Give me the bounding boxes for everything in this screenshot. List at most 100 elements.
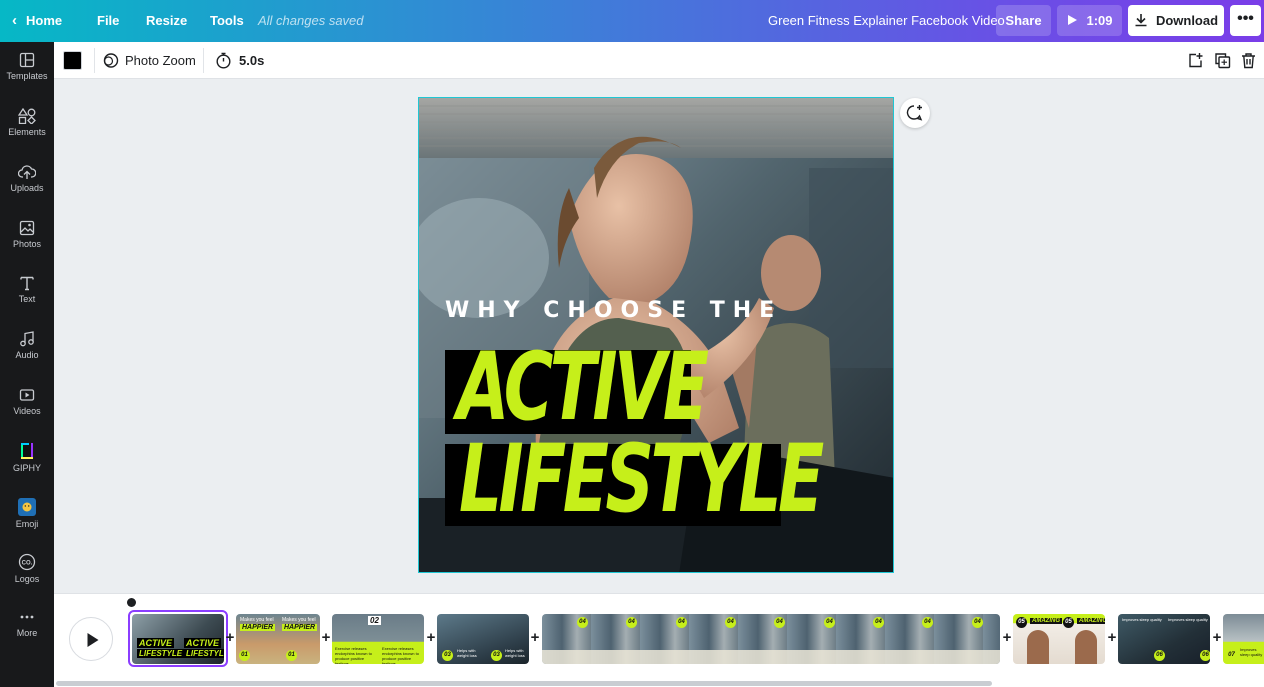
scene-number: 04	[725, 617, 736, 628]
emoji-icon	[18, 498, 36, 516]
scene-number: 04	[922, 617, 933, 628]
editor-toolbar: Photo Zoom 5.0s	[54, 42, 1264, 79]
sidebar-item-elements[interactable]: Elements	[0, 108, 54, 158]
timeline: ACTIVE LIFESTYLE ACTIVE LIFESTYLE + Make…	[54, 593, 1264, 687]
photos-icon	[19, 220, 35, 236]
tools-menu[interactable]: Tools	[210, 0, 244, 42]
scene-caption: Improves sleep quality	[1240, 647, 1264, 659]
document-title[interactable]: Green Fitness Explainer Facebook Video	[768, 0, 1005, 42]
sidebar-item-label: Videos	[13, 406, 40, 416]
scene-label: HAPPIER	[282, 624, 317, 631]
scene-number: 03	[491, 650, 502, 661]
sidebar-item-logos[interactable]: CO. Logos	[0, 553, 54, 603]
scene-strip	[542, 650, 1000, 664]
sidebar-item-label: More	[17, 628, 38, 638]
sidebar-item-label: Templates	[6, 71, 47, 81]
toolbar-divider	[94, 48, 95, 73]
scene-label: ACTIVE	[137, 638, 174, 648]
delete-page-button[interactable]	[1240, 52, 1257, 69]
scene-caption: Helps with weight loss	[457, 648, 483, 658]
giphy-icon	[19, 442, 35, 460]
scene-label: AMAZING	[1030, 618, 1062, 624]
sidebar-item-audio[interactable]: Audio	[0, 331, 54, 381]
playhead-marker[interactable]	[127, 598, 136, 607]
scene-number: 04	[577, 617, 588, 628]
scene-number: 03	[442, 650, 453, 661]
videos-icon	[19, 387, 35, 403]
color-swatch-button[interactable]	[63, 51, 82, 70]
scene-number: 04	[676, 617, 687, 628]
scene-caption: Improves sleep quality	[1168, 617, 1208, 622]
scene-thumbnail[interactable]: ACTIVE LIFESTYLE ACTIVE LIFESTYLE	[132, 614, 224, 664]
heading-line1-box[interactable]: ACTIVE	[445, 350, 691, 434]
scene-thumbnail[interactable]: Helps with weight loss Helps with weight…	[437, 614, 529, 664]
scene-number-badge: 02	[368, 616, 381, 625]
timeline-scrollbar[interactable]	[56, 681, 992, 686]
scene-label: LIFESTYLE	[184, 649, 224, 658]
design-page[interactable]: WHY CHOOSE THE ACTIVE LIFESTYLE	[418, 97, 894, 573]
templates-icon	[19, 52, 35, 68]
add-scene-button[interactable]: +	[424, 631, 438, 645]
play-duration: 1:09	[1086, 13, 1112, 28]
scene-thumbnail[interactable]: Improves sleep quality Improves sleep qu…	[1118, 614, 1210, 664]
scene-number: 04	[824, 617, 835, 628]
home-button[interactable]: ‹Home	[12, 0, 62, 42]
sidebar-item-label: Uploads	[10, 183, 43, 193]
add-page-icon	[1187, 52, 1204, 69]
add-scene-button[interactable]: +	[223, 631, 237, 645]
heading-line2: LIFESTYLE	[459, 430, 821, 530]
scene-number: 04	[873, 617, 884, 628]
sidebar-item-label: GIPHY	[13, 463, 41, 473]
scene-thumbnail[interactable]: 02 Exercise releases endorphins known to…	[332, 614, 424, 664]
scene-number: 05	[1016, 617, 1027, 628]
download-label: Download	[1156, 13, 1218, 28]
sidebar-item-text[interactable]: Text	[0, 275, 54, 325]
share-button[interactable]: Share	[996, 5, 1051, 36]
scene-thumbnail[interactable]: 07 Improves sleep quality	[1223, 614, 1264, 664]
sidebar-item-giphy[interactable]: GIPHY	[0, 442, 54, 492]
add-page-button[interactable]	[1187, 52, 1204, 69]
add-comment-button[interactable]	[900, 98, 930, 128]
play-icon	[70, 618, 114, 662]
heading-line2-box[interactable]: LIFESTYLE	[445, 444, 781, 526]
scene-number: 04	[774, 617, 785, 628]
photo-zoom-button[interactable]: Photo Zoom	[102, 42, 196, 79]
add-scene-button[interactable]: +	[528, 631, 542, 645]
scene-caption: Improves sleep quality	[1122, 617, 1162, 622]
add-scene-button[interactable]: +	[1000, 631, 1014, 645]
add-scene-button[interactable]: +	[319, 631, 333, 645]
scene-caption: Exercise releases endorphins known to pr…	[335, 646, 379, 664]
top-bar: ‹Home File Resize Tools All changes save…	[0, 0, 1264, 42]
file-menu[interactable]: File	[97, 0, 119, 42]
add-scene-button[interactable]: +	[1210, 631, 1224, 645]
scene-number: 04	[972, 617, 983, 628]
play-button[interactable]: 1:09	[1057, 5, 1122, 36]
add-scene-button[interactable]: +	[1105, 631, 1119, 645]
duplicate-page-button[interactable]	[1214, 52, 1231, 69]
scene-caption: Makes you feel	[240, 617, 274, 623]
sidebar-item-uploads[interactable]: Uploads	[0, 164, 54, 214]
sidebar-item-label: Text	[19, 294, 36, 304]
save-status: All changes saved	[258, 0, 364, 42]
more-options-button[interactable]: •••	[1230, 5, 1261, 36]
sidebar-item-more[interactable]: More	[0, 609, 54, 659]
scene-thumbnail[interactable]: Makes you feel HAPPIER Makes you feel HA…	[236, 614, 320, 664]
resize-menu[interactable]: Resize	[146, 0, 187, 42]
person-thumbnail	[1075, 630, 1097, 664]
scene-thumbnail[interactable]: 05 AMAZING 05 AMAZING	[1013, 614, 1105, 664]
duration-button[interactable]: 5.0s	[215, 42, 264, 79]
timeline-play-button[interactable]	[69, 617, 113, 661]
scene-thumbnail[interactable]: 04 04 04 04 04 04 04 04 04	[542, 614, 1000, 664]
heading-small[interactable]: WHY CHOOSE THE	[445, 298, 782, 323]
download-button[interactable]: Download	[1128, 5, 1224, 36]
sidebar-item-videos[interactable]: Videos	[0, 387, 54, 437]
sidebar-item-photos[interactable]: Photos	[0, 220, 54, 270]
heading-line1: ACTIVE	[457, 338, 705, 438]
sidebar-item-emoji[interactable]: Emoji	[0, 498, 54, 548]
play-icon	[1066, 14, 1078, 26]
scene-label: AMAZING	[1077, 618, 1105, 624]
sidebar-item-templates[interactable]: Templates	[0, 52, 54, 102]
scene-number: 01	[286, 650, 297, 661]
photo-zoom-label: Photo Zoom	[125, 53, 196, 68]
duplicate-icon	[1214, 52, 1231, 69]
